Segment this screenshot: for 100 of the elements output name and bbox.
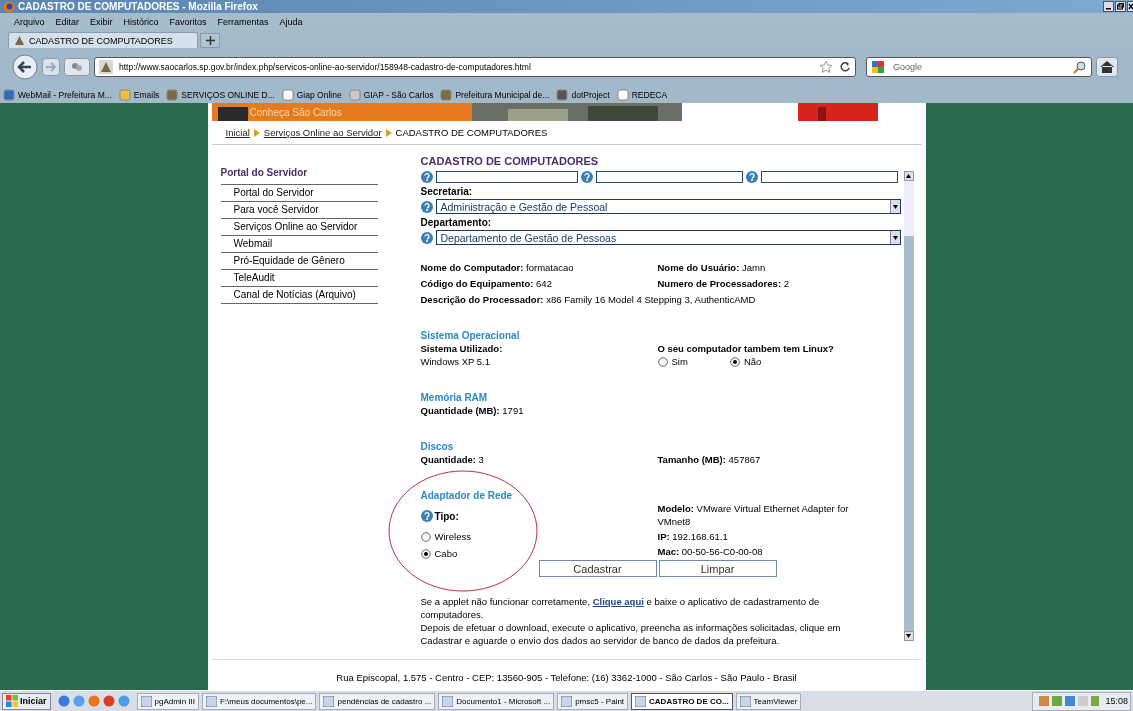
close-icon[interactable] (1127, 1, 1133, 12)
menu-item[interactable]: Histórico (123, 17, 159, 27)
radio-option[interactable]: Cabo (420, 547, 658, 560)
menu-item[interactable]: Ajuda (279, 17, 303, 27)
taskbar-button[interactable]: Documento1 - Microsoft ... (438, 692, 555, 710)
search-field[interactable]: Google (866, 57, 1092, 77)
info-text: Quantidade (MB): 1791 (420, 404, 524, 417)
taskbar-button[interactable]: pendências de cadastro ... (319, 692, 436, 710)
app-icon (739, 695, 751, 707)
help-icon[interactable] (420, 200, 433, 213)
bookmark-item[interactable]: WebMail - Prefeitura M... (3, 88, 112, 101)
bookmark-item[interactable]: Giap Online (281, 88, 342, 101)
info-text: Mac: 00-50-56-C0-00-08 (657, 545, 764, 558)
browser-tab[interactable]: CADASTRO DE COMPUTADORES (8, 32, 198, 48)
star-icon[interactable] (819, 60, 833, 74)
sidebar-item[interactable]: Pró-Equidade de Gênero (220, 253, 378, 270)
note-text: Se a applet não funcionar corretamente, Clique aqui e baixe o aplicativo de cadastramento de computadores. Depois de efetuar o download, execute o aplicativo, preencha as informações solicitadas, clique em Cadastrar e aguarde o envio dos dados ao servidor de banco de dados da prefeitura. (420, 595, 842, 647)
form-button[interactable]: Cadastrar (538, 560, 657, 577)
taskbar-button[interactable]: F:\meus documentos\pe... (202, 692, 317, 710)
sidebar-item[interactable]: Serviços Online ao Servidor (220, 219, 378, 236)
section-heading: Sistema Operacional (420, 330, 521, 341)
reload-icon[interactable] (839, 60, 851, 74)
restore-icon[interactable] (1115, 1, 1126, 12)
taskbar-button[interactable]: pmsc5 - Paint (557, 692, 629, 710)
sidebar-item[interactable]: Para você Servidor (220, 202, 378, 219)
app-launcher-icon[interactable] (57, 695, 70, 707)
breadcrumb-link[interactable]: Inicial (225, 127, 250, 138)
back-icon[interactable] (12, 54, 38, 80)
menu-item[interactable]: Exibir (90, 17, 113, 27)
info-text: Código do Equipamento: 642 (420, 277, 553, 290)
bookmark-item[interactable]: Prefeitura Municipal de... (440, 88, 550, 101)
bookmark-item[interactable]: REDECA (616, 88, 668, 101)
taskbar-button[interactable]: CADASTRO DE CO... (631, 692, 733, 710)
minimize-icon[interactable] (1103, 1, 1114, 12)
help-icon[interactable] (420, 510, 433, 522)
section-heading: Adaptador de Rede (420, 490, 514, 501)
help-icon[interactable] (420, 231, 433, 244)
app-launcher-icon[interactable] (102, 695, 115, 707)
field-label: Secretaria: (420, 186, 474, 197)
start-button[interactable]: Iniciar (2, 692, 51, 710)
input-field[interactable] (595, 171, 743, 183)
radio-icon[interactable] (729, 356, 740, 367)
form-title: CADASTRO DE COMPUTADORES (420, 155, 600, 167)
new-tab-button[interactable] (200, 33, 220, 48)
sidebar-item[interactable]: Webmail (220, 236, 378, 253)
dropdown[interactable]: Departamento de Gestão de Pessoas (435, 230, 901, 245)
radio-icon[interactable] (657, 356, 668, 367)
tray-icons[interactable] (1039, 695, 1100, 707)
address-field[interactable]: http://www.saocarlos.sp.gov.br/index.php/servicos-online-ao-servidor/158948-cadastro-de-computadores.html (94, 57, 856, 77)
info-text: Nome do Computador: formatacao (420, 261, 575, 274)
search-engine-icon (871, 60, 885, 74)
window-title: CADASTRO DE COMPUTADORES - Mozilla Firefox (18, 1, 258, 12)
app-icon (561, 695, 573, 707)
sidebar-item[interactable]: TeleAudit (220, 270, 378, 287)
scroll-down-icon[interactable] (906, 634, 911, 638)
search-input[interactable]: Google (893, 62, 1065, 72)
menu-item[interactable]: Arquivo (14, 17, 45, 27)
os-value: Windows XP 5.1 (420, 355, 492, 368)
radio-option[interactable]: Wireless (420, 530, 658, 543)
help-icon[interactable] (580, 171, 593, 183)
bookmark-item[interactable]: Emails (118, 88, 160, 101)
question-label: O seu computador tambem tem Linux? (657, 342, 835, 355)
menu-item[interactable]: Favoritos (169, 17, 207, 27)
plus-icon (205, 36, 215, 45)
help-icon[interactable] (745, 171, 758, 183)
help-icon[interactable] (420, 171, 433, 183)
radio-option[interactable]: Não (729, 355, 762, 368)
history-icon[interactable] (64, 58, 90, 76)
bookmark-item[interactable]: GIAP - São Carlos (348, 88, 434, 101)
input-field[interactable] (435, 171, 578, 183)
info-text: Numero de Processadores: 2 (657, 277, 790, 290)
info-text: IP: 192.168.61.1 (657, 530, 729, 543)
scroll-up-icon[interactable] (906, 174, 911, 178)
chevron-icon (385, 128, 392, 137)
input-field[interactable] (760, 171, 898, 183)
field-label: Departamento: (420, 217, 493, 228)
radio-icon[interactable] (420, 548, 431, 559)
breadcrumb-link[interactable]: Serviços Online ao Servidor (263, 127, 382, 138)
home-icon[interactable] (1096, 57, 1118, 77)
search-icon[interactable] (1073, 60, 1087, 74)
scrollbar[interactable] (903, 171, 914, 641)
caret-icon (892, 204, 898, 209)
info-text: Nome do Usuário: Jamn (657, 261, 767, 274)
bookmark-item[interactable]: dotProject (556, 88, 610, 101)
sidebar-item[interactable]: Portal do Servidor (220, 185, 378, 202)
radio-option[interactable]: Sim (657, 355, 688, 368)
info-text: Descrição do Processador: x86 Family 16 Model 4 Stepping 3, AuthenticAMD (420, 293, 756, 306)
section-heading: Memória RAM (420, 392, 489, 403)
bookmark-item[interactable]: SERVIÇOS ONLINE D... (166, 88, 275, 101)
taskbar-button[interactable]: TeamViewer (735, 692, 802, 710)
info-text: Modelo: VMware Virtual Ethernet Adapter for VMnet8 (657, 502, 850, 528)
menu-item[interactable]: Editar (55, 17, 80, 27)
field-label: Tipo: (434, 510, 459, 522)
dropdown[interactable]: Administração e Gestão de Pessoal (435, 199, 901, 214)
menu-item[interactable]: Ferramentas (217, 17, 269, 27)
taskbar-button[interactable]: pgAdmin III (136, 692, 199, 710)
sidebar-item[interactable]: Canal de Notícias (Arquivo) (220, 287, 378, 304)
download-link[interactable]: Clique aqui (592, 596, 644, 607)
radio-icon[interactable] (420, 531, 431, 542)
form-button[interactable]: Limpar (658, 560, 777, 577)
